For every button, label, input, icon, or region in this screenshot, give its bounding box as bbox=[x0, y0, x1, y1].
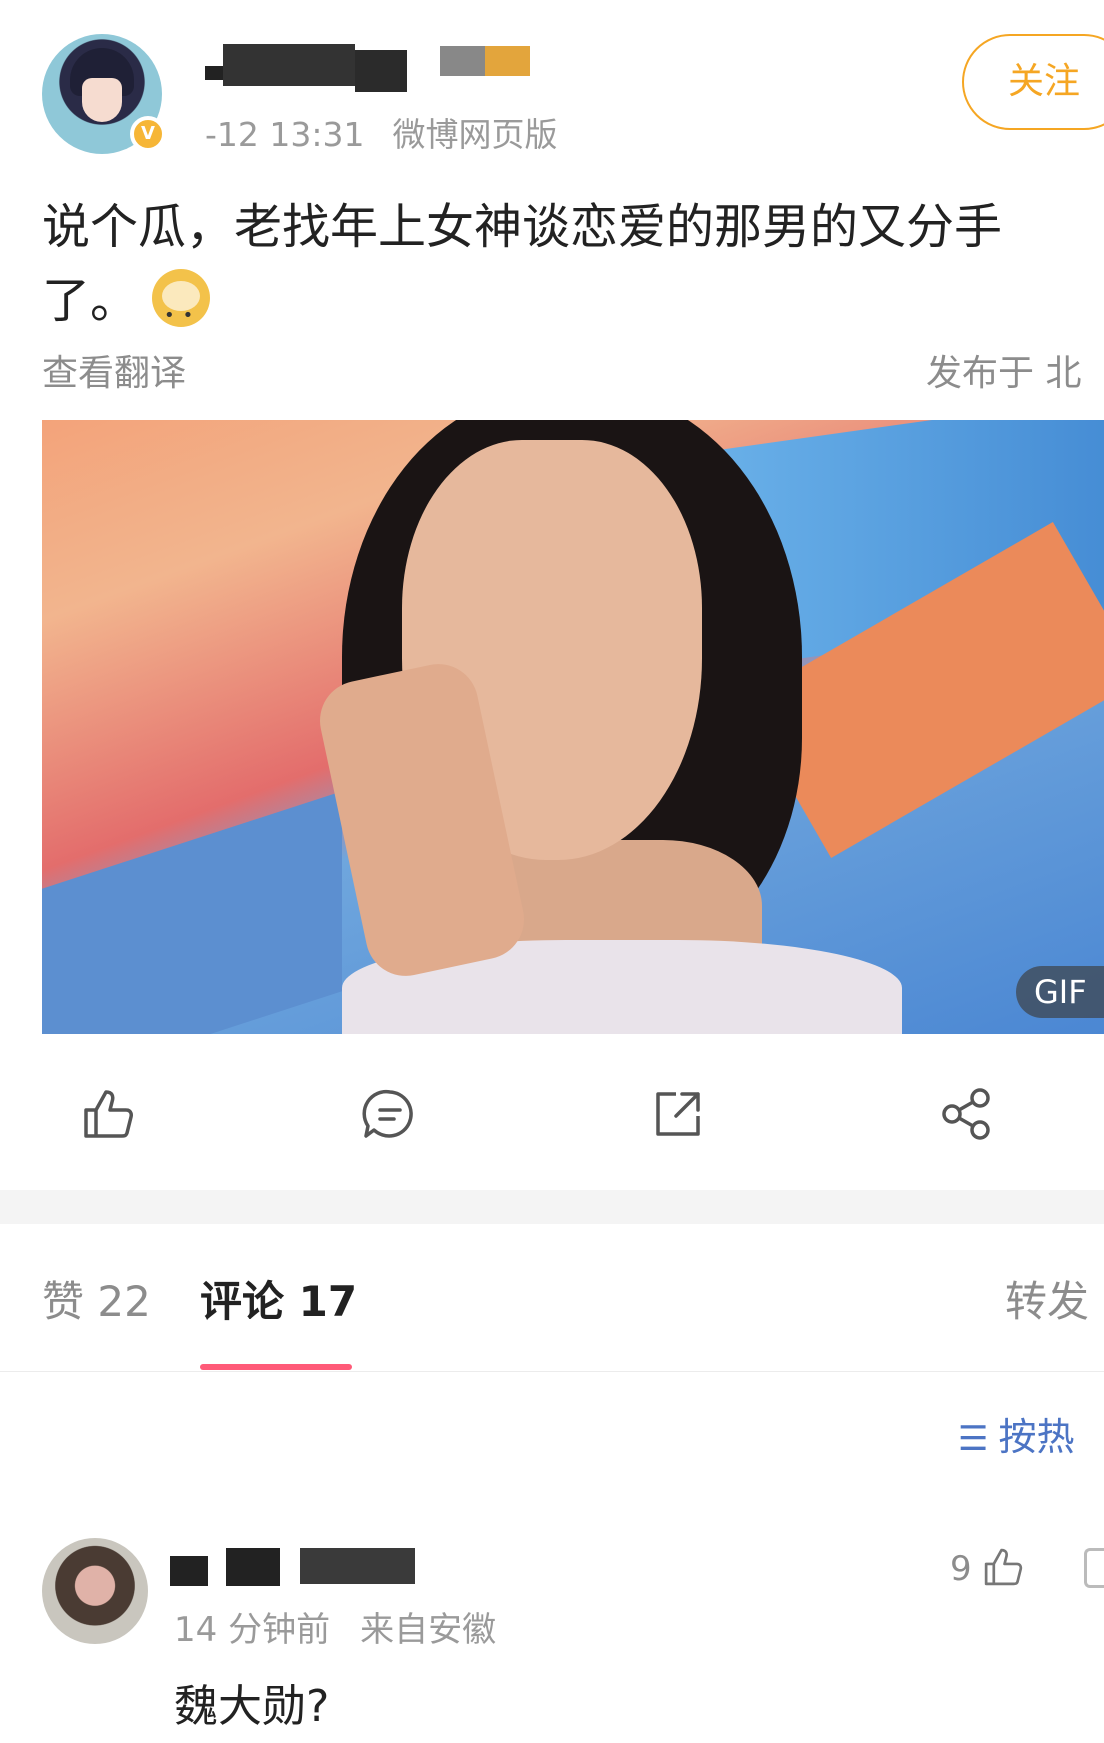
gif-badge: GIF bbox=[1016, 966, 1104, 1018]
repost-button[interactable] bbox=[648, 1084, 708, 1144]
thumbs-up-icon bbox=[984, 1548, 1022, 1586]
comment-like-button[interactable]: 9 bbox=[950, 1544, 1026, 1590]
comment-reply-icon[interactable] bbox=[1084, 1548, 1104, 1588]
sort-icon: ☰ bbox=[958, 1419, 989, 1459]
author-name-redacted[interactable] bbox=[205, 44, 530, 92]
post-text: 说个瓜，老找年上女神谈恋爱的那男的又分手了。 bbox=[42, 190, 1082, 353]
share-button[interactable] bbox=[936, 1084, 996, 1144]
commenter-name-redacted[interactable] bbox=[170, 1548, 415, 1588]
avatar-face bbox=[82, 78, 122, 122]
share-icon bbox=[942, 1088, 990, 1140]
comment-icon bbox=[362, 1089, 413, 1138]
active-tab-indicator bbox=[200, 1364, 352, 1370]
post-gif-image[interactable]: GIF bbox=[42, 420, 1104, 1034]
tab-reposts[interactable]: 转发 bbox=[1005, 1268, 1089, 1329]
post-source: 微博网页版 bbox=[392, 115, 558, 154]
author-avatar[interactable]: V bbox=[42, 34, 166, 154]
post-header: V -12 13:31 微博网页版 关注 bbox=[0, 0, 1104, 170]
thumbs-up-icon bbox=[84, 1090, 133, 1138]
post-time: -12 13:31 bbox=[205, 115, 365, 154]
section-divider bbox=[0, 1190, 1104, 1224]
comment-text: 魏大勋? bbox=[174, 1681, 330, 1732]
verified-badge-icon: V bbox=[130, 116, 166, 152]
repost-icon bbox=[656, 1092, 700, 1136]
commenter-avatar[interactable] bbox=[42, 1538, 148, 1644]
tab-likes[interactable]: 赞 22 bbox=[42, 1268, 151, 1329]
comment-time: 14 分钟前 bbox=[174, 1610, 331, 1650]
engagement-tabs: 赞 22 评论 17 转发 bbox=[0, 1224, 1104, 1372]
view-translation-link[interactable]: 查看翻译 bbox=[42, 344, 186, 396]
comment-location: 来自安徽 bbox=[360, 1610, 497, 1650]
tab-comments[interactable]: 评论 17 bbox=[200, 1268, 357, 1329]
post-action-bar bbox=[0, 1064, 1104, 1164]
sort-label: 按热 bbox=[998, 1415, 1075, 1459]
comment-button[interactable] bbox=[360, 1084, 420, 1144]
doge-emoji-icon bbox=[152, 269, 211, 353]
post-meta: -12 13:31 微博网页版 bbox=[205, 108, 558, 156]
post-location: 发布于 北 bbox=[926, 353, 1082, 394]
follow-button[interactable]: 关注 bbox=[962, 34, 1104, 130]
like-button[interactable] bbox=[78, 1084, 138, 1144]
sort-by-hot-toggle[interactable]: ☰ 按热 bbox=[958, 1406, 1075, 1461]
comment-item: 14 分钟前 来自安徽 9 魏大勋? bbox=[0, 1530, 1104, 1743]
comment-like-count: 9 bbox=[950, 1549, 972, 1589]
comment-meta: 14 分钟前 来自安徽 bbox=[174, 1602, 496, 1651]
